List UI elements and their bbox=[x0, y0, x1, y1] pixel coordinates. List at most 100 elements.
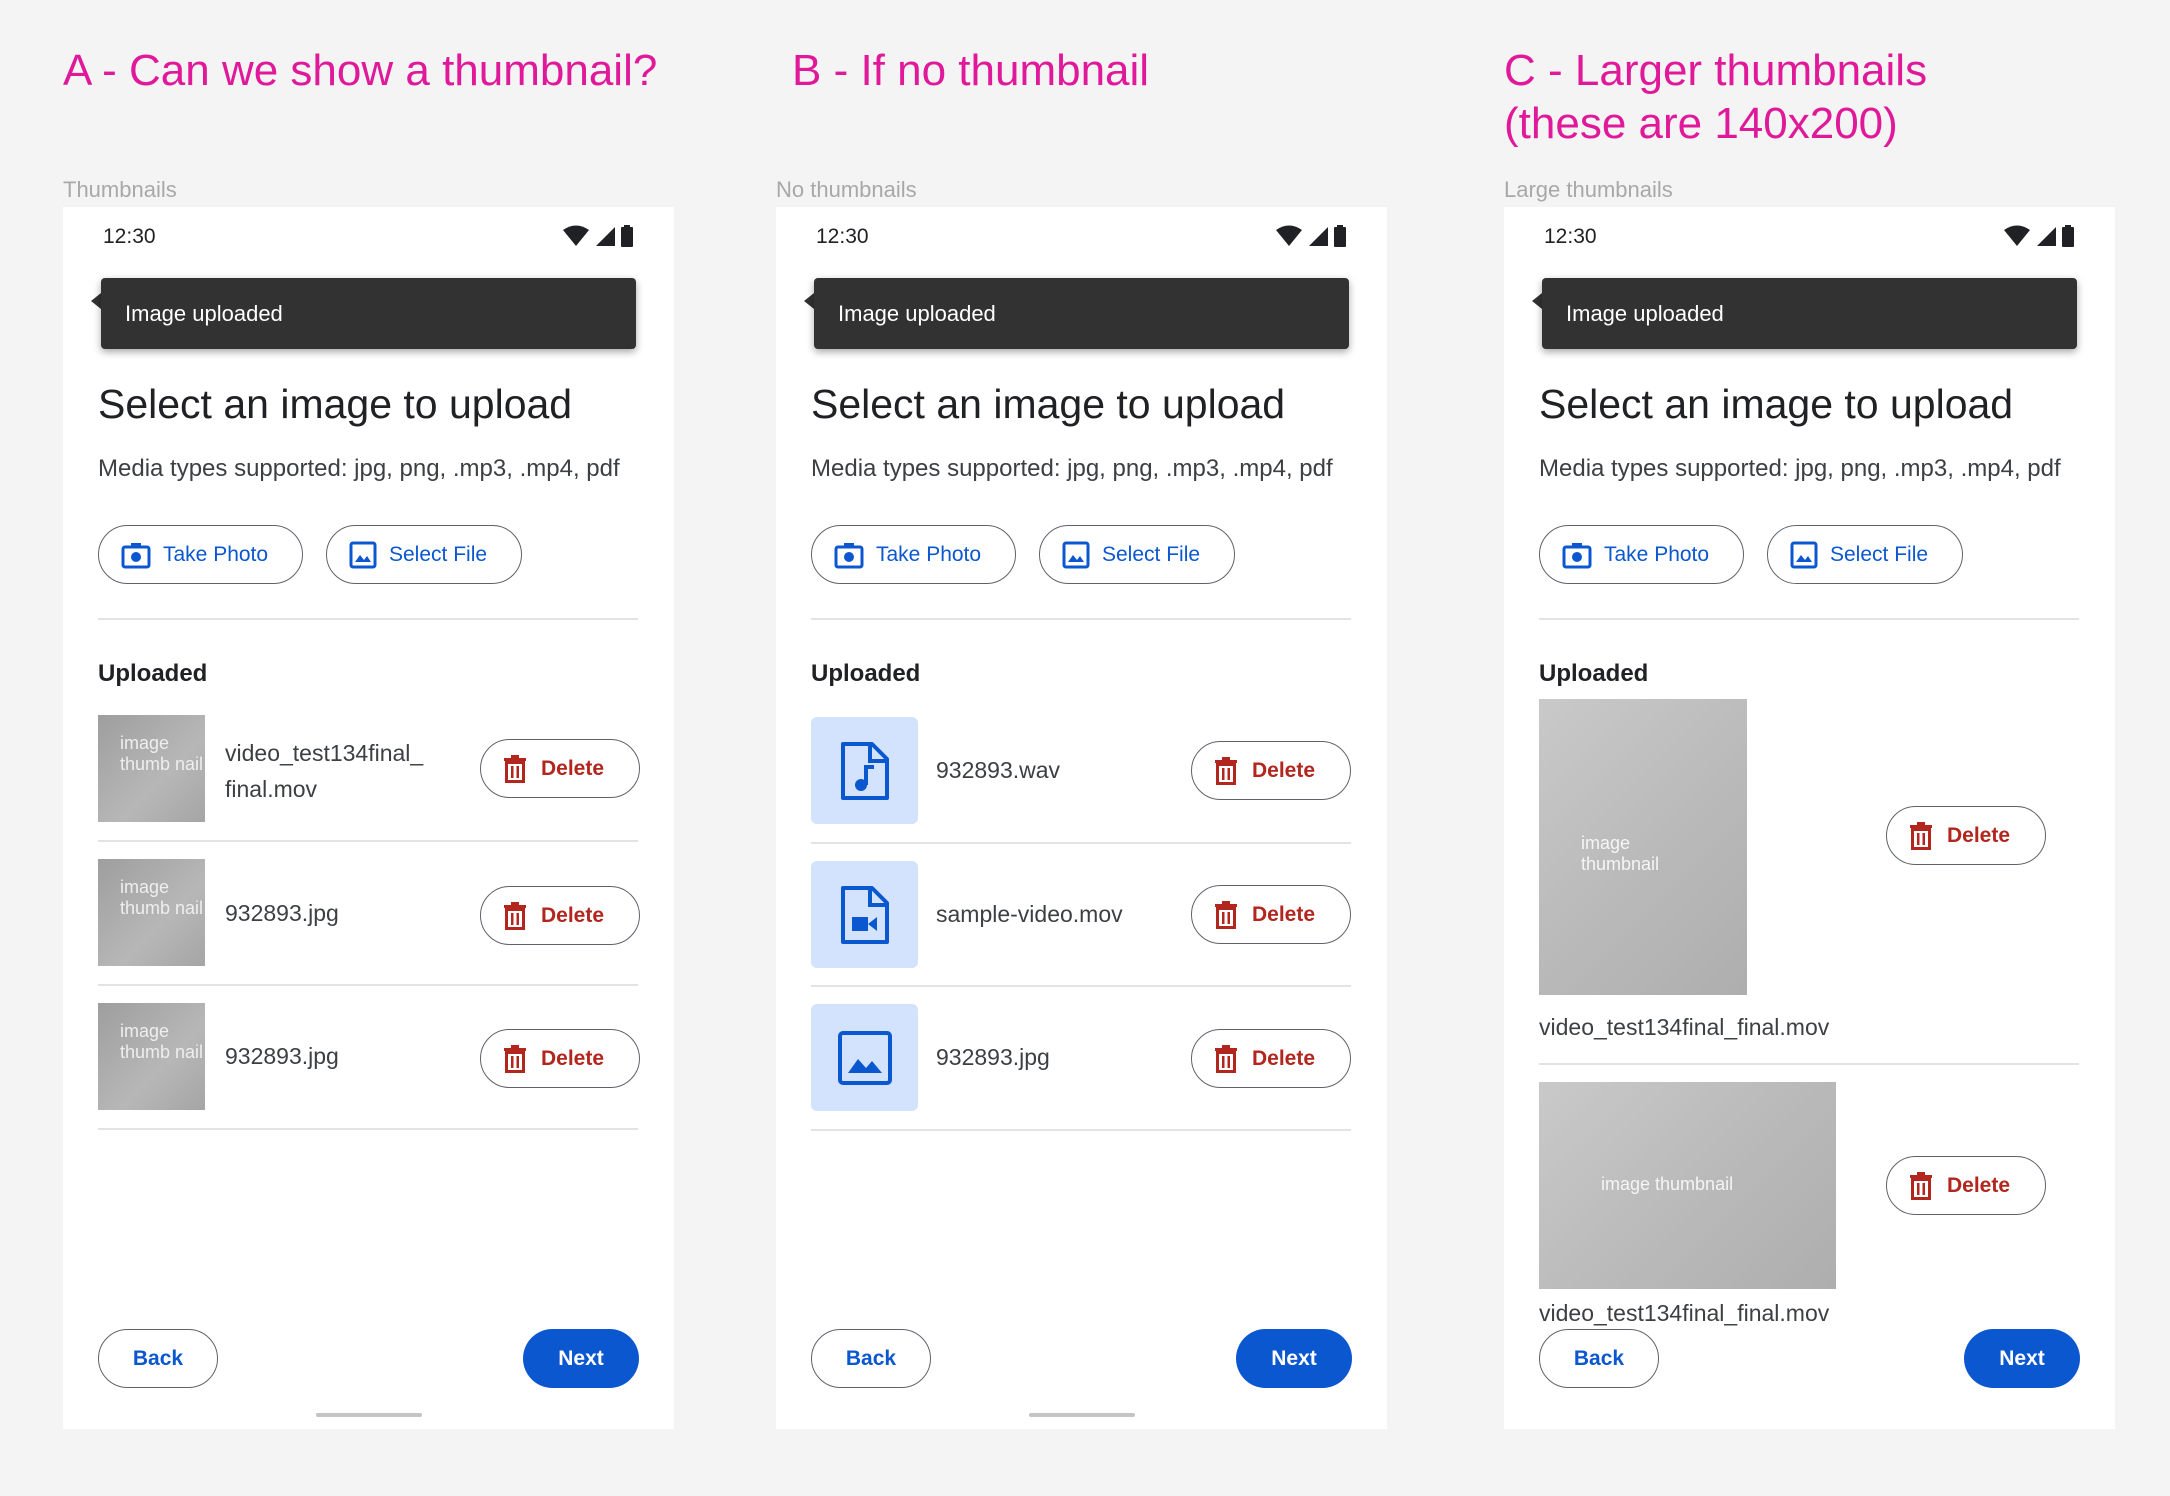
back-label: Back bbox=[1573, 1346, 1625, 1370]
camera-icon bbox=[1562, 542, 1592, 568]
take-photo-label: Take Photo bbox=[1604, 542, 1710, 566]
delete-button[interactable]: Delete bbox=[480, 886, 640, 945]
delete-button[interactable]: Delete bbox=[1191, 1029, 1351, 1088]
uploaded-heading: Uploaded bbox=[1539, 660, 1649, 687]
status-icons bbox=[563, 225, 634, 252]
snackbar-pointer bbox=[91, 293, 101, 309]
media-types-text: Media types supported: jpg, png, .mp3, .… bbox=[98, 455, 620, 482]
image-thumbnail: image thumbnail bbox=[1539, 1082, 1836, 1289]
take-photo-button[interactable]: Take Photo bbox=[98, 525, 303, 584]
frame-label-a: Thumbnails bbox=[63, 177, 177, 202]
audio-file-icon bbox=[840, 741, 889, 800]
trash-icon bbox=[1910, 1171, 1932, 1200]
delete-label: Delete bbox=[1947, 1173, 2011, 1197]
status-icons bbox=[2004, 225, 2075, 252]
snackbar: Image uploaded bbox=[814, 278, 1349, 349]
back-button[interactable]: Back bbox=[1539, 1329, 1659, 1388]
thumbnail-label: image thumbnail bbox=[1601, 1174, 1734, 1194]
trash-icon bbox=[1910, 821, 1932, 850]
file-name: video_test134final_final.mov bbox=[225, 735, 423, 807]
divider bbox=[98, 618, 638, 620]
thumbnail-label: image thumb nail bbox=[120, 1021, 204, 1062]
trash-icon bbox=[1215, 1044, 1237, 1073]
select-file-button[interactable]: Select File bbox=[1767, 525, 1963, 584]
back-label: Back bbox=[132, 1346, 184, 1370]
next-label: Next bbox=[1999, 1346, 2045, 1370]
file-name: 932893.jpg bbox=[225, 1043, 339, 1069]
trash-icon bbox=[1215, 900, 1237, 929]
next-button[interactable]: Next bbox=[523, 1329, 639, 1388]
divider bbox=[1539, 1063, 2079, 1065]
frame-label-c: Large thumbnails bbox=[1504, 177, 1673, 202]
delete-label: Delete bbox=[1252, 1046, 1316, 1070]
delete-label: Delete bbox=[1252, 902, 1316, 926]
battery-icon bbox=[621, 225, 633, 247]
page-title: Select an image to upload bbox=[811, 381, 1286, 427]
page-title: Select an image to upload bbox=[1539, 381, 2014, 427]
signal-icon bbox=[595, 227, 615, 246]
file-name: 932893.jpg bbox=[225, 900, 339, 926]
file-name-line1: video_test134final_ bbox=[225, 740, 424, 766]
delete-button[interactable]: Delete bbox=[1191, 741, 1351, 800]
delete-button[interactable]: Delete bbox=[1191, 885, 1351, 944]
next-button[interactable]: Next bbox=[1964, 1329, 2080, 1388]
file-name: 932893.jpg bbox=[936, 1044, 1050, 1070]
file-name: video_test134final_final.mov bbox=[1539, 1014, 1830, 1040]
trash-icon bbox=[1215, 756, 1237, 785]
video-file-icon bbox=[840, 885, 889, 944]
take-photo-button[interactable]: Take Photo bbox=[811, 525, 1016, 584]
select-file-button[interactable]: Select File bbox=[1039, 525, 1235, 584]
select-file-button[interactable]: Select File bbox=[326, 525, 522, 584]
delete-label: Delete bbox=[541, 1046, 605, 1070]
delete-button[interactable]: Delete bbox=[480, 739, 640, 798]
snackbar-pointer bbox=[804, 293, 814, 309]
wifi-icon bbox=[1276, 225, 1303, 246]
file-name: sample-video.mov bbox=[936, 901, 1123, 927]
camera-icon bbox=[121, 542, 151, 568]
next-label: Next bbox=[1271, 1346, 1317, 1370]
uploaded-heading: Uploaded bbox=[811, 660, 921, 687]
snackbar: Image uploaded bbox=[1542, 278, 2077, 349]
camera-icon bbox=[834, 542, 864, 568]
take-photo-label: Take Photo bbox=[876, 542, 982, 566]
status-bar: 12:30 bbox=[103, 219, 634, 255]
status-bar: 12:30 bbox=[1544, 219, 2075, 255]
snackbar-text: Image uploaded bbox=[1566, 301, 1724, 326]
delete-button[interactable]: Delete bbox=[480, 1029, 640, 1088]
uploaded-heading: Uploaded bbox=[98, 660, 208, 687]
image-thumbnail: image thumb nail bbox=[98, 715, 205, 822]
phone-frame-no-thumbnails: 12:30 Image uploaded Select an image to … bbox=[776, 207, 1387, 1429]
back-label: Back bbox=[845, 1346, 897, 1370]
media-types-text: Media types supported: jpg, png, .mp3, .… bbox=[1539, 455, 2061, 482]
frame-label-b: No thumbnails bbox=[776, 177, 917, 202]
heading-c-line1: C - Larger thumbnails bbox=[1504, 46, 1928, 95]
divider bbox=[98, 840, 638, 842]
back-button[interactable]: Back bbox=[811, 1329, 931, 1388]
status-icons bbox=[1276, 225, 1347, 252]
gesture-handle bbox=[316, 1413, 422, 1417]
wifi-icon bbox=[563, 225, 590, 246]
file-type-tile bbox=[811, 861, 918, 968]
next-button[interactable]: Next bbox=[1236, 1329, 1352, 1388]
file-name: 932893.wav bbox=[936, 757, 1061, 783]
take-photo-button[interactable]: Take Photo bbox=[1539, 525, 1744, 584]
snackbar-text: Image uploaded bbox=[838, 301, 996, 326]
take-photo-label: Take Photo bbox=[163, 542, 269, 566]
divider bbox=[811, 842, 1351, 844]
thumbnail-label: image thumbnail bbox=[1581, 833, 1660, 874]
heading-a: A - Can we show a thumbnail? bbox=[63, 46, 658, 95]
divider bbox=[811, 1129, 1351, 1131]
delete-button[interactable]: Delete bbox=[1886, 1156, 2046, 1215]
thumbnail-label: image thumb nail bbox=[120, 733, 204, 774]
phone-frame-thumbnails: 12:30 Image uploaded Select an image to … bbox=[63, 207, 674, 1429]
file-type-tile bbox=[811, 717, 918, 824]
phone-frame-large-thumbnails: 12:30 Image uploaded Select an image to … bbox=[1504, 207, 2115, 1429]
delete-label: Delete bbox=[1252, 758, 1316, 782]
back-button[interactable]: Back bbox=[98, 1329, 218, 1388]
signal-icon bbox=[1308, 227, 1328, 246]
heading-b: B - If no thumbnail bbox=[792, 46, 1150, 95]
image-thumbnail: image thumb nail bbox=[98, 859, 205, 966]
delete-button[interactable]: Delete bbox=[1886, 806, 2046, 865]
image-icon bbox=[1790, 541, 1818, 568]
wifi-icon bbox=[2004, 225, 2031, 246]
